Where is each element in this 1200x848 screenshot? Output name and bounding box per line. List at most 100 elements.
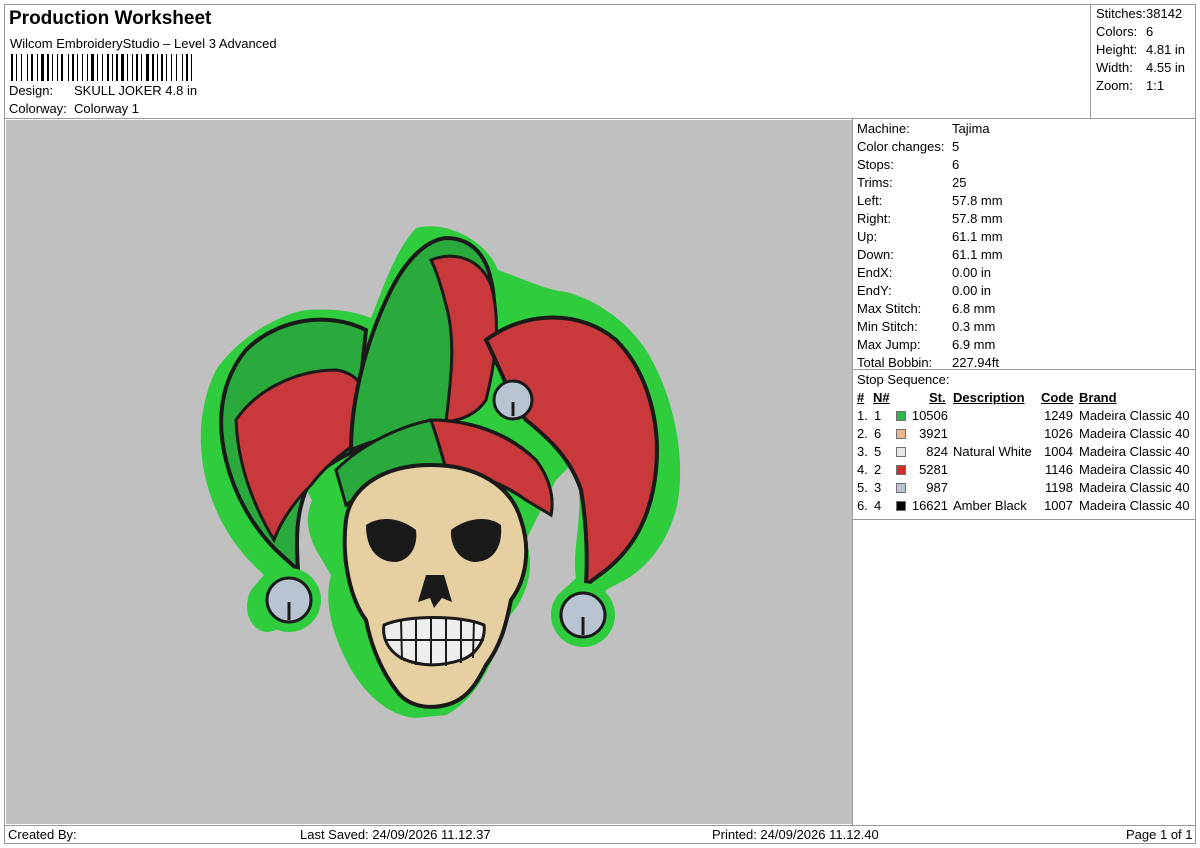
machine-info-row: Color changes: 5	[857, 139, 959, 154]
info-value: 25	[952, 175, 967, 190]
info-label: Up:	[857, 229, 878, 244]
seq-needle: 6	[874, 426, 882, 441]
seq-brand: Madeira Classic 40	[1079, 444, 1190, 459]
col-n: N#	[873, 390, 890, 405]
info-value: Tajima	[952, 121, 990, 136]
info-value: 6.9 mm	[952, 337, 996, 352]
machine-info-row: Trims: 25	[857, 175, 966, 190]
info-label: Right:	[857, 211, 891, 226]
info-label: Stops:	[857, 157, 894, 172]
seq-stitches: 987	[926, 480, 948, 495]
machine-info-row: Down: 61.1 mm	[857, 247, 1003, 262]
info-divider	[853, 369, 1195, 370]
machine-info-row: Left: 57.8 mm	[857, 193, 1003, 208]
bell-center	[492, 379, 534, 421]
seq-stitches: 10506	[911, 408, 948, 423]
machine-info-row: EndX: 0.00 in	[857, 265, 991, 280]
col-st: St.	[929, 390, 946, 405]
col-description: Description	[953, 390, 1025, 405]
seq-stitches: 16621	[911, 498, 948, 513]
color-swatch	[896, 465, 906, 475]
col-brand: Brand	[1079, 390, 1117, 405]
color-swatch	[896, 483, 906, 493]
header-divider	[5, 118, 1195, 119]
seq-needle: 4	[874, 498, 882, 513]
seq-needle: 1	[874, 408, 882, 423]
info-value: 61.1 mm	[952, 247, 1003, 262]
seq-row-number: 4.	[857, 462, 868, 477]
info-label: Down:	[857, 247, 894, 262]
color-swatch	[896, 501, 906, 511]
stat-zoom: Zoom: 1:1	[1096, 78, 1165, 93]
info-label: Color changes:	[857, 139, 945, 154]
machine-info-row: Machine: Tajima	[857, 121, 990, 136]
printed-date: Printed: 24/09/2026 11.12.40	[712, 827, 879, 842]
header: Production Worksheet Wilcom EmbroiderySt…	[5, 5, 1090, 118]
bell-left	[257, 568, 321, 632]
seq-code: 1007	[1044, 498, 1073, 513]
machine-info-row: EndY: 0.00 in	[857, 283, 991, 298]
stat-height: Height: 4.81 in	[1096, 42, 1186, 57]
seq-brand: Madeira Classic 40	[1079, 498, 1190, 513]
seq-description: Amber Black	[953, 498, 1027, 513]
page-number: Page 1 of 1	[1126, 827, 1193, 842]
info-value: 0.3 mm	[952, 319, 996, 334]
seq-stitches: 3921	[919, 426, 948, 441]
seq-needle: 5	[874, 444, 882, 459]
color-swatch	[896, 411, 906, 421]
info-label: EndX:	[857, 265, 893, 280]
bell-right	[551, 583, 615, 647]
info-label: Max Jump:	[857, 337, 921, 352]
seq-needle: 2	[874, 462, 882, 477]
col-num: #	[857, 390, 865, 405]
info-value: 57.8 mm	[952, 193, 1003, 208]
skull-joker-design	[200, 226, 681, 718]
machine-info-row: Total Bobbin: 227.94ft	[857, 355, 999, 370]
info-label: Total Bobbin:	[857, 355, 933, 370]
teeth	[382, 616, 486, 667]
machine-info-row: Right: 57.8 mm	[857, 211, 1003, 226]
design-value: SKULL JOKER 4.8 in	[74, 83, 198, 98]
stat-width: Width: 4.55 in	[1096, 60, 1186, 75]
last-saved: Last Saved: 24/09/2026 11.12.37	[300, 827, 491, 842]
stat-stitches: Stitches: 38142	[1096, 6, 1183, 21]
stats-panel: Stitches: 38142 Colors: 6 Height: 4.81 in W…	[1090, 4, 1196, 118]
machine-info-row: Stops: 6	[857, 157, 959, 172]
col-code: Code	[1041, 390, 1074, 405]
design-label: Design:	[9, 83, 54, 98]
info-label: Left:	[857, 193, 883, 208]
info-value: 0.00 in	[952, 265, 992, 280]
footer: Created By: Last Saved: 24/09/2026 11.12…	[5, 825, 1195, 845]
seq-stitches: 5281	[919, 462, 948, 477]
color-swatch	[896, 429, 906, 439]
seq-code: 1026	[1044, 426, 1073, 441]
machine-info-row: Max Stitch: 6.8 mm	[857, 301, 995, 316]
seq-stitches: 824	[926, 444, 948, 459]
info-label: Machine:	[857, 121, 910, 136]
seq-row-number: 2.	[857, 426, 868, 441]
info-label: Min Stitch:	[857, 319, 918, 334]
seq-row-number: 6.	[857, 498, 868, 513]
seq-brand: Madeira Classic 40	[1079, 426, 1190, 441]
machine-info-row: Up: 61.1 mm	[857, 229, 1003, 244]
info-value: 57.8 mm	[952, 211, 1003, 226]
info-label: Trims:	[857, 175, 893, 190]
info-value: 0.00 in	[952, 283, 992, 298]
info-panel: Machine: Tajima Color changes: 5 Stops: 6 Trim…	[853, 120, 1195, 824]
seq-code: 1004	[1044, 444, 1073, 459]
seq-description: Natural White	[953, 444, 1032, 459]
design-preview	[6, 120, 852, 824]
seq-brand: Madeira Classic 40	[1079, 480, 1190, 495]
info-label: Max Stitch:	[857, 301, 922, 316]
stat-colors: Colors: 6	[1096, 24, 1154, 39]
info-value: 61.1 mm	[952, 229, 1003, 244]
barcode	[11, 54, 192, 81]
colorway-value: Colorway 1	[74, 101, 140, 116]
seq-code: 1146	[1045, 462, 1073, 477]
seq-row-number: 1.	[857, 408, 868, 423]
info-label: EndY:	[857, 283, 892, 298]
machine-info-row: Max Jump: 6.9 mm	[857, 337, 995, 352]
seq-needle: 3	[874, 480, 882, 495]
info-value: 227.94ft	[952, 355, 999, 370]
info-value: 6	[952, 157, 960, 172]
